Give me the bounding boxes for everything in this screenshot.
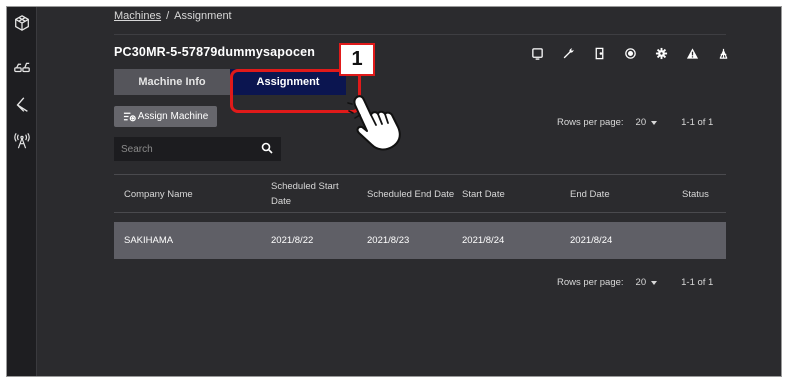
breadcrumb-separator: / [166,10,170,22]
pointing-hand-icon [347,95,401,151]
radio-tower-icon[interactable] [10,129,34,153]
cube-network-icon[interactable] [10,11,34,35]
pagination-range: 1-1 of 1 [681,117,714,128]
pagination-bottom: Rows per page: 20 1-1 of 1 [557,277,713,288]
machine-toolbar [522,44,739,62]
search-icon[interactable] [261,142,273,154]
breadcrumb-current: Assignment [174,10,232,22]
tab-machine-info[interactable]: Machine Info [114,69,230,95]
machine-title: PC30MR-5-57879dummysapocen [114,45,316,59]
rows-per-page-value: 20 [635,117,647,128]
column-header-scheduled-start-date[interactable]: Scheduled Start Date [271,175,361,213]
breadcrumb-divider [114,34,726,35]
column-header-company-name[interactable]: Company Name [124,175,264,213]
caret-down-icon [651,280,658,285]
target-icon[interactable] [615,44,646,62]
column-header-scheduled-end-date[interactable]: Scheduled End Date [367,175,457,213]
rows-per-page-value: 20 [635,277,647,288]
cell-end-date: 2021/8/24 [570,235,613,246]
cell-scheduled-end-date: 2021/8/23 [367,235,410,246]
breadcrumb-machines-link[interactable]: Machines [114,10,161,22]
table-row[interactable]: SAKIHAMA 2021/8/22 2021/8/23 2021/8/24 2… [114,222,726,259]
cell-status [682,222,722,259]
door-icon[interactable] [584,44,615,62]
rows-per-page-select[interactable]: 20 [636,117,658,128]
pagination-top: Rows per page: 20 1-1 of 1 [557,117,713,128]
rows-per-page-label: Rows per page: [557,117,624,128]
assign-machine-label: Assign Machine [137,111,209,122]
search-input[interactable] [121,143,251,155]
assign-machine-button[interactable]: Assign Machine [114,106,217,127]
table-header-row: Company Name Scheduled Start Date Schedu… [114,175,726,213]
column-header-status[interactable]: Status [682,175,722,213]
breadcrumb: Machines / Assignment [114,10,232,22]
pagination-range: 1-1 of 1 [681,277,714,288]
warning-icon[interactable] [677,44,708,62]
column-header-end-date[interactable]: End Date [570,175,660,213]
cell-start-date: 2021/8/24 [462,235,505,246]
side-rail [7,7,37,376]
wrench-icon[interactable] [553,44,584,62]
cell-company-name: SAKIHAMA [124,235,174,246]
step-callout: 1 [339,43,375,76]
column-header-start-date[interactable]: Start Date [462,175,552,213]
rows-per-page-label: Rows per page: [557,277,624,288]
gear-icon[interactable] [646,44,677,62]
caret-down-icon [651,120,658,125]
excavators-icon[interactable] [10,55,34,79]
rows-per-page-select[interactable]: 20 [636,277,658,288]
assign-list-icon [123,112,136,122]
antenna-tower-icon[interactable] [708,44,739,62]
boom-arm-icon[interactable] [10,93,34,117]
tablet-icon[interactable] [522,44,553,62]
cell-scheduled-start-date: 2021/8/22 [271,235,314,246]
search-box [114,137,281,161]
